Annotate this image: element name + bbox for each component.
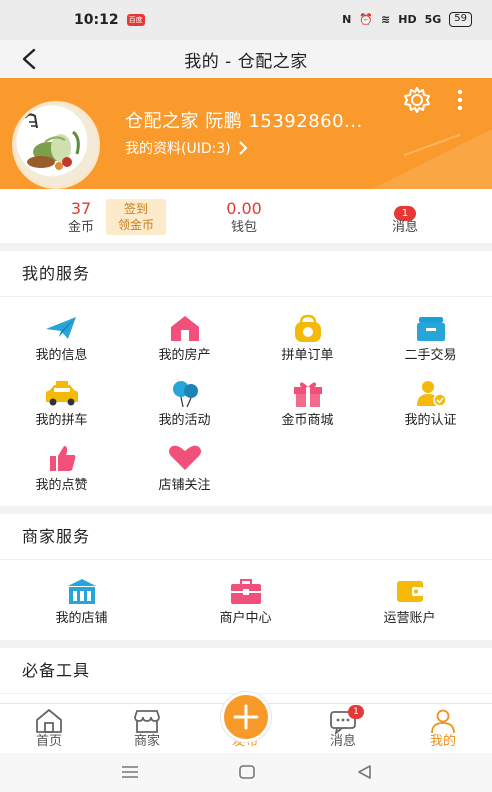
avatar-painting-icon (24, 113, 80, 170)
wifi-icon: ≋ (381, 13, 391, 26)
verified-user-icon (416, 381, 447, 407)
service-my-info[interactable]: 我的信息 (0, 313, 123, 365)
profile-link[interactable]: 我的资料(UID:3) (125, 138, 249, 158)
service-verification[interactable]: 我的认证 (369, 378, 492, 430)
wallet-stat[interactable]: 0.00 钱包 (210, 199, 278, 237)
signin-line2: 领金币 (117, 218, 154, 232)
merchant-center[interactable]: 商户中心 (184, 576, 307, 628)
heart-icon (168, 445, 201, 470)
service-shop-follow[interactable]: 店铺关注 (123, 443, 246, 495)
home-square-icon[interactable] (236, 761, 258, 783)
briefcase-icon (230, 579, 261, 604)
tab-messages[interactable]: 1 消息 (294, 704, 392, 754)
messages-label: 消息 (391, 220, 418, 235)
merchant-services-card: 商家服务 我的店铺 商户中心 运营账户 (0, 514, 492, 640)
service-gold-mall[interactable]: 金币商城 (246, 378, 369, 430)
service-activities[interactable]: 我的活动 (123, 378, 246, 430)
gift-icon (293, 382, 322, 407)
group-order-icon (294, 314, 321, 342)
balloon-icon (172, 381, 198, 408)
status-time: 10:12 (74, 12, 119, 28)
service-label: 拼单订单 (281, 348, 334, 363)
wallet-icon (396, 581, 423, 602)
tab-mine[interactable]: 我的 (394, 704, 492, 754)
my-services-title: 我的服务 (0, 251, 492, 297)
chevron-right-icon (239, 141, 248, 155)
service-carpool[interactable]: 我的拼车 (0, 378, 123, 430)
settings-gear-icon[interactable] (403, 86, 431, 114)
hd-icon: HD (398, 13, 417, 26)
service-label: 我的活动 (158, 413, 211, 428)
header-decoration (372, 129, 492, 189)
status-bar: 10:12 百度 N ⏰ ≋ HD 5G 59 (0, 0, 492, 40)
merchant-my-store[interactable]: 我的店铺 (20, 576, 143, 628)
gold-coins-label: 金币 (67, 220, 94, 235)
service-label: 我的信息 (35, 348, 88, 363)
gold-coins-stat[interactable]: 37 金币 (60, 199, 102, 237)
merchant-shop-icon (134, 710, 160, 733)
battery-icon: 59 (449, 12, 472, 27)
tab-merchant-label: 商家 (133, 734, 160, 749)
avatar[interactable] (12, 101, 100, 189)
gold-coins-value: 37 (70, 199, 92, 218)
wallet-label: 钱包 (230, 220, 257, 235)
nav-bar: 我的 - 仓配之家 (0, 40, 492, 78)
notification-app-icon: 百度 (126, 14, 145, 26)
service-group-orders[interactable]: 拼单订单 (246, 313, 369, 365)
service-likes[interactable]: 我的点赞 (0, 443, 123, 495)
home-icon (36, 709, 62, 733)
my-services-card: 我的服务 我的信息 我的房产 拼单订单 二手交易 我的拼车 我的活动 金币商城 … (0, 251, 492, 506)
service-label: 我的认证 (404, 413, 457, 428)
thumbs-up-icon (49, 446, 75, 471)
merchant-label: 我的店铺 (55, 611, 108, 626)
profile-header: 仓配之家 阮鹏 15392860... 我的资料(UID:3) (0, 78, 492, 189)
service-label: 金币商城 (281, 413, 334, 428)
user-name: 仓配之家 阮鹏 15392860... (125, 111, 363, 132)
merchant-label: 运营账户 (383, 611, 436, 626)
merchant-operating-account[interactable]: 运营账户 (348, 576, 471, 628)
paper-plane-icon (45, 317, 76, 339)
back-triangle-icon[interactable] (354, 761, 376, 783)
tab-messages-badge: 1 (348, 705, 364, 719)
store-icon (67, 579, 96, 604)
service-my-property[interactable]: 我的房产 (123, 313, 246, 365)
more-options-icon[interactable] (450, 88, 470, 112)
profile-link-label: 我的资料(UID:3) (125, 141, 231, 157)
tools-title: 必备工具 (0, 648, 492, 694)
tab-mine-label: 我的 (429, 734, 456, 749)
signin-button[interactable]: 签到 领金币 (106, 199, 166, 235)
back-arrow-icon[interactable] (16, 44, 44, 74)
nfc-icon: N (342, 13, 352, 26)
messages-stat[interactable]: 1 消息 (380, 201, 430, 237)
tab-home-label: 首页 (35, 734, 62, 749)
tab-merchant[interactable]: 商家 (98, 704, 196, 754)
service-label: 店铺关注 (158, 478, 211, 493)
service-secondhand[interactable]: 二手交易 (369, 313, 492, 365)
publish-button[interactable] (221, 692, 271, 742)
merchant-services-title: 商家服务 (0, 514, 492, 560)
house-icon (170, 316, 199, 341)
status-icons: N ⏰ ≋ HD 5G 59 (342, 12, 472, 27)
alarm-icon: ⏰ (359, 13, 374, 26)
plus-icon (233, 704, 259, 730)
car-icon (45, 381, 78, 406)
system-navigation-bar (0, 753, 492, 792)
signin-line1: 签到 (123, 202, 148, 216)
merchant-label: 商户中心 (219, 611, 272, 626)
wallet-value: 0.00 (226, 199, 262, 218)
page-title: 我的 - 仓配之家 (184, 51, 308, 72)
service-label: 我的房产 (158, 348, 211, 363)
service-label: 二手交易 (404, 348, 457, 363)
tab-messages-label: 消息 (329, 734, 356, 749)
service-label: 我的拼车 (35, 413, 88, 428)
service-label: 我的点赞 (35, 478, 88, 493)
stats-row: 37 金币 签到 领金币 0.00 钱包 1 消息 (0, 189, 492, 243)
signal-icon: 5G (424, 13, 442, 26)
menu-icon[interactable] (119, 761, 141, 783)
secondhand-icon (416, 317, 445, 341)
user-profile-icon (431, 709, 455, 734)
tab-home[interactable]: 首页 (0, 704, 98, 754)
